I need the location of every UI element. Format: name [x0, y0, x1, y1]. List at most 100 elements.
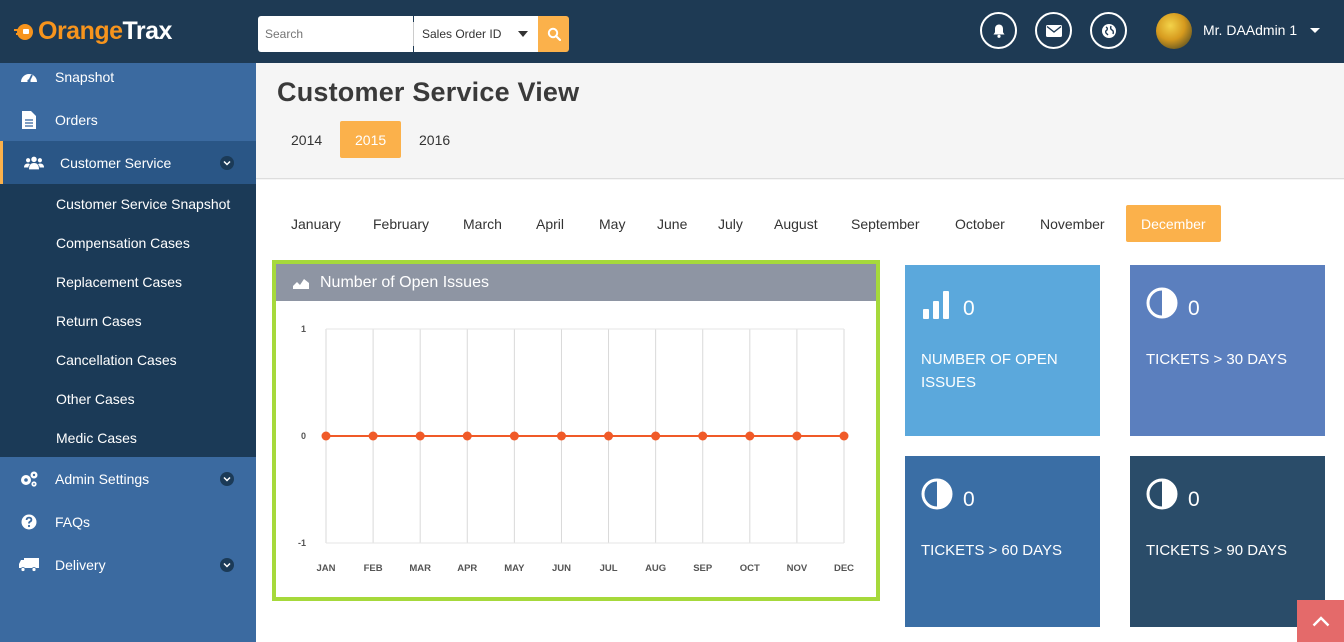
x-tick-label: AUG	[645, 563, 666, 574]
data-point	[604, 431, 614, 441]
year-tab-2015[interactable]: 2015	[340, 121, 402, 158]
chart-panel-header: Number of Open Issues	[276, 264, 876, 301]
submenu-item-other-cases[interactable]: Other Cases	[56, 391, 135, 407]
open-issues-line-chart: 1 0 -1 JAN FEB MAR APR MAY JUN JUL AUG SEP OCT NOV DEC	[298, 324, 854, 574]
data-point	[556, 431, 566, 441]
sidebar: Snapshot Orders Customer Service Custome…	[0, 63, 256, 642]
submenu-item-medic-cases[interactable]: Medic Cases	[56, 430, 137, 446]
tile-value: 0	[1188, 297, 1200, 320]
search-button[interactable]	[538, 16, 569, 52]
bell-icon	[993, 24, 1004, 38]
month-tab-may[interactable]: May	[584, 205, 640, 242]
gears-icon	[19, 469, 39, 489]
chevron-down-icon	[220, 558, 234, 572]
globe-icon	[1101, 23, 1116, 38]
tile-label: NUMBER OF OPEN ISSUES	[921, 351, 1058, 391]
tile-tickets-90-days[interactable]: 0 TICKETS > 90 DAYS	[1130, 456, 1325, 627]
logo[interactable]: OrangeTrax	[14, 14, 172, 48]
data-point	[698, 431, 708, 441]
sidebar-item-snapshot[interactable]: Snapshot	[0, 56, 256, 98]
sidebar-item-label: FAQs	[55, 514, 91, 530]
bar-chart-icon	[923, 291, 949, 319]
x-tick-label: NOV	[787, 563, 808, 574]
chevron-down-icon	[220, 155, 234, 170]
submenu-item-cancellation-cases[interactable]: Cancellation Cases	[56, 352, 177, 368]
envelope-icon	[1045, 24, 1062, 37]
user-name[interactable]: Mr. DAAdmin 1	[1203, 22, 1297, 38]
sidebar-item-label: Delivery	[55, 557, 106, 573]
submenu-item-return-cases[interactable]: Return Cases	[56, 313, 142, 329]
main-content: January February March April May June Ju…	[256, 180, 1344, 642]
search-input[interactable]	[258, 16, 413, 52]
year-tab-2014[interactable]: 2014	[276, 121, 337, 158]
month-tab-november[interactable]: November	[1025, 205, 1120, 242]
month-tab-september[interactable]: September	[836, 205, 934, 242]
page-title: Customer Service View	[277, 77, 580, 107]
tile-value: 0	[963, 297, 975, 320]
y-tick-label: 0	[301, 431, 306, 441]
sidebar-item-customer-service[interactable]: Customer Service	[0, 141, 256, 184]
tile-label: TICKETS > 30 DAYS	[1146, 351, 1288, 368]
search-filter-select[interactable]: Sales Order ID	[414, 16, 538, 52]
tile-tickets-30-days[interactable]: 0 TICKETS > 30 DAYS	[1130, 265, 1325, 436]
submenu-item-replacement-cases[interactable]: Replacement Cases	[56, 274, 182, 290]
sidebar-item-label: Customer Service	[60, 154, 172, 171]
customer-service-submenu: Customer Service Snapshot Compensation C…	[0, 184, 256, 457]
tile-open-issues[interactable]: 0 NUMBER OF OPEN ISSUES	[905, 265, 1100, 436]
data-point	[651, 431, 661, 441]
page-header: Customer Service View 2014 2015 2016	[256, 63, 1344, 179]
logo-text: OrangeTrax	[38, 16, 172, 45]
data-point	[321, 431, 331, 441]
tile-tickets-60-days[interactable]: 0 TICKETS > 60 DAYS	[905, 456, 1100, 627]
chevron-down-icon	[220, 472, 234, 486]
x-tick-label: MAR	[409, 563, 431, 574]
truck-icon	[19, 555, 39, 575]
x-tick-label: FEB	[364, 563, 383, 574]
month-tab-october[interactable]: October	[940, 205, 1020, 242]
month-tab-june[interactable]: June	[642, 205, 702, 242]
notifications-button[interactable]	[980, 12, 1017, 49]
year-tab-2016[interactable]: 2016	[404, 121, 465, 158]
sidebar-item-faqs[interactable]: FAQs	[0, 501, 256, 543]
user-menu-caret-icon[interactable]	[1310, 28, 1320, 33]
submenu-item-compensation-cases[interactable]: Compensation Cases	[56, 235, 190, 251]
submenu-item-customer-service-snapshot[interactable]: Customer Service Snapshot	[56, 196, 230, 212]
month-tab-january[interactable]: January	[276, 205, 356, 242]
messages-button[interactable]	[1035, 12, 1072, 49]
x-tick-label: MAY	[504, 563, 525, 574]
x-tick-label: DEC	[834, 563, 854, 574]
month-tab-august[interactable]: August	[759, 205, 833, 242]
month-tab-december[interactable]: December	[1126, 205, 1221, 242]
x-tick-label: JUL	[600, 563, 618, 574]
sidebar-item-label: Admin Settings	[55, 471, 150, 487]
dashboard-icon	[19, 67, 39, 87]
tile-label: TICKETS > 60 DAYS	[921, 542, 1063, 559]
x-tick-label: APR	[457, 563, 477, 574]
logo-icon	[14, 24, 33, 40]
scroll-to-top-button[interactable]	[1297, 600, 1344, 642]
x-tick-label: SEP	[693, 563, 713, 574]
month-tab-march[interactable]: March	[448, 205, 517, 242]
tile-value: 0	[963, 488, 975, 511]
half-circle-icon	[1146, 287, 1178, 319]
month-tab-february[interactable]: February	[358, 205, 444, 242]
caret-down-icon	[518, 31, 528, 37]
x-tick-label: JUN	[552, 563, 571, 574]
top-bar: OrangeTrax Sales Order ID	[0, 0, 1344, 63]
month-tab-july[interactable]: July	[703, 205, 758, 242]
open-issues-chart-panel: Number of Open Issues 1 0 -1 JAN FEB MAR APR MA…	[272, 260, 880, 601]
data-point	[368, 431, 378, 441]
question-icon	[19, 512, 39, 532]
search-icon	[547, 27, 561, 41]
sidebar-item-orders[interactable]: Orders	[0, 99, 256, 141]
sidebar-item-label: Snapshot	[55, 69, 115, 85]
chevron-up-icon	[1312, 615, 1329, 626]
language-button[interactable]	[1090, 12, 1127, 49]
sidebar-item-delivery[interactable]: Delivery	[0, 544, 256, 586]
avatar[interactable]	[1156, 13, 1192, 49]
half-circle-icon	[921, 478, 953, 510]
search-bar: Sales Order ID	[258, 16, 569, 52]
data-point	[415, 431, 425, 441]
month-tab-april[interactable]: April	[521, 205, 579, 242]
sidebar-item-admin-settings[interactable]: Admin Settings	[0, 458, 256, 500]
